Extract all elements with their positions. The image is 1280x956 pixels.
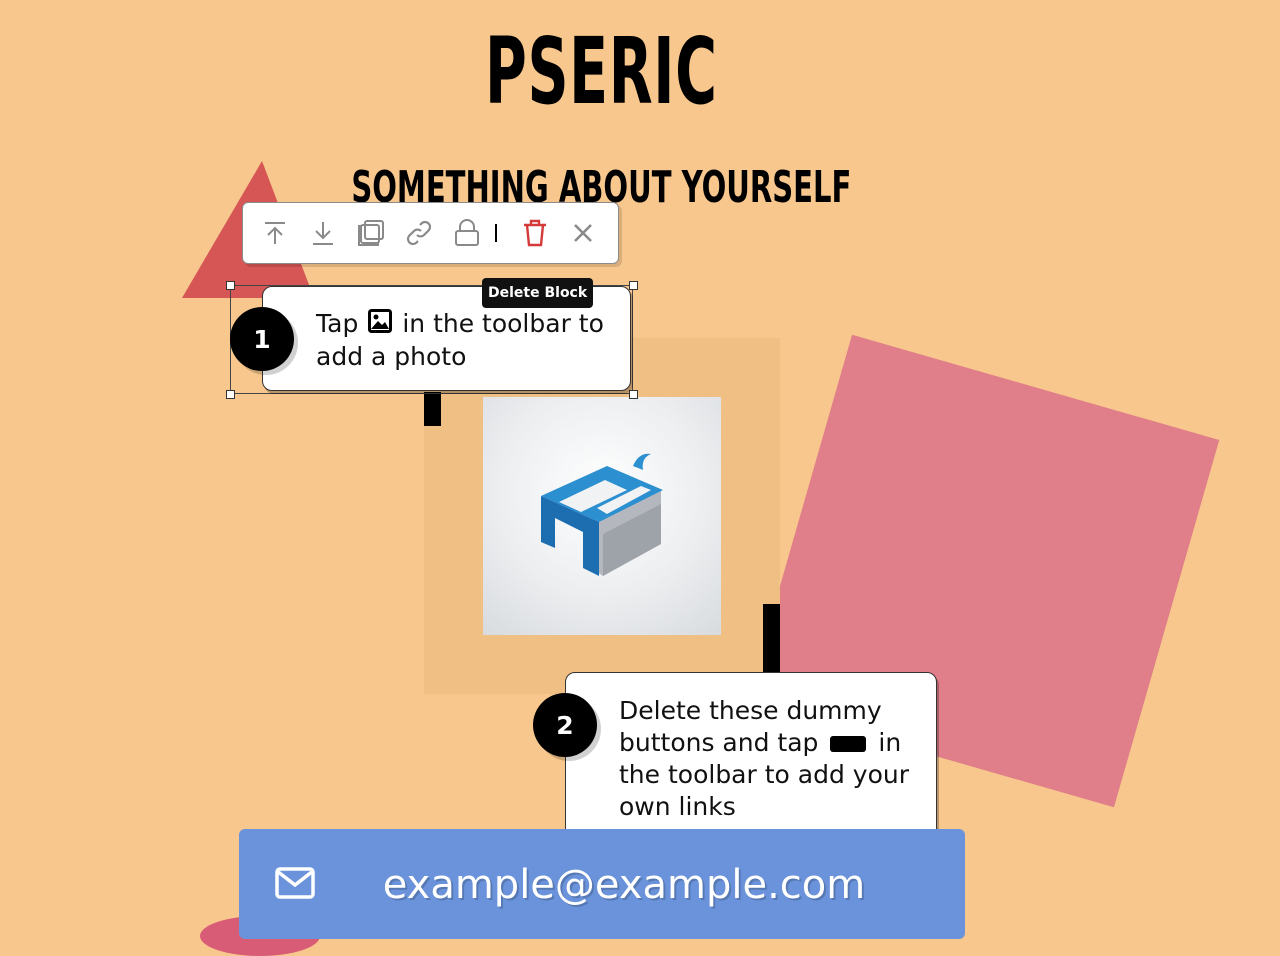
- lock-button[interactable]: [447, 213, 487, 253]
- image-icon: [368, 309, 393, 341]
- step-badge-2: 2: [533, 693, 597, 757]
- cube-logo-icon: [541, 453, 663, 576]
- close-icon: [574, 224, 592, 242]
- page-title[interactable]: PSERIC: [228, 22, 974, 122]
- tip-1-text-after: in the toolbar to add a photo: [316, 309, 604, 371]
- link-button[interactable]: [399, 213, 439, 253]
- duplicate-icon: [358, 220, 384, 246]
- close-toolbar-button[interactable]: [563, 213, 603, 253]
- button-icon: [830, 736, 867, 752]
- tip-1-text-before: Tap: [316, 309, 359, 338]
- duplicate-button[interactable]: [351, 213, 391, 253]
- email-link-button[interactable]: example@example.com: [239, 829, 965, 939]
- delete-block-tooltip: Delete Block: [482, 278, 594, 308]
- tip-card-2: Delete these dummy buttons and tap in the…: [565, 672, 937, 844]
- block-toolbar: [242, 202, 619, 264]
- divider-bar: [763, 604, 780, 678]
- move-to-bottom-icon: [313, 222, 333, 245]
- resize-handle-bottom-right[interactable]: [629, 390, 638, 399]
- move-to-bottom-button[interactable]: [303, 213, 343, 253]
- lock-icon: [455, 219, 479, 246]
- resize-handle-bottom-left[interactable]: [226, 390, 235, 399]
- toolbar-separator: [495, 224, 497, 242]
- divider-bar: [424, 392, 441, 426]
- link-icon: [406, 220, 432, 246]
- profile-photo[interactable]: [483, 397, 721, 635]
- step-badge-1: 1: [230, 307, 294, 371]
- move-to-top-icon: [265, 222, 285, 244]
- move-to-top-button[interactable]: [255, 213, 295, 253]
- resize-handle-top-right[interactable]: [629, 281, 638, 290]
- delete-icon: [524, 219, 546, 247]
- email-link-label: example@example.com: [382, 862, 866, 908]
- resize-handle-top-left[interactable]: [226, 281, 235, 290]
- delete-block-button[interactable]: [515, 213, 555, 253]
